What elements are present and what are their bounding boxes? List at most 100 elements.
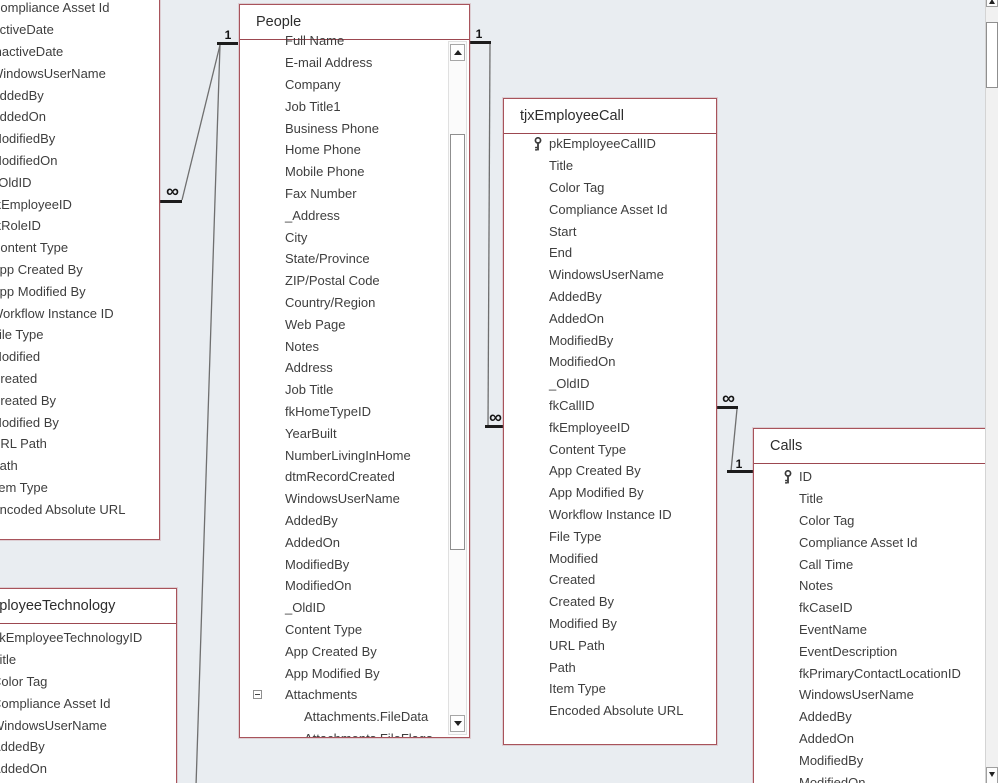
field-row[interactable]: Full Name	[240, 30, 446, 52]
field-row[interactable]: Address	[240, 357, 446, 379]
table-offscreen-left[interactable]: Compliance Asset Id ActiveDate InactiveD…	[0, 0, 160, 540]
field-row[interactable]: WindowsUserName	[504, 264, 716, 286]
field-row[interactable]: ModifiedOn	[0, 150, 159, 172]
field-row[interactable]: ActiveDate	[0, 19, 159, 41]
field-row[interactable]: Encoded Absolute URL	[504, 700, 716, 722]
field-row[interactable]: ModifiedBy	[240, 553, 446, 575]
field-row[interactable]: City	[240, 226, 446, 248]
field-row[interactable]: fkEmployeeID	[504, 416, 716, 438]
field-row[interactable]: ModifiedOn	[504, 351, 716, 373]
field-row[interactable]: Item Type	[504, 678, 716, 700]
scrollbar-thumb[interactable]	[986, 22, 998, 88]
field-row[interactable]: fkCaseID	[754, 597, 997, 619]
field-row[interactable]: Job Title1	[240, 95, 446, 117]
scroll-up-button[interactable]	[986, 0, 998, 7]
field-row[interactable]: Call Time	[754, 553, 997, 575]
field-row[interactable]: Color Tag	[504, 177, 716, 199]
collapse-minus-icon[interactable]	[253, 689, 262, 699]
table-title[interactable]: Calls	[754, 429, 997, 464]
field-row[interactable]: Color Tag	[0, 671, 176, 693]
field-row[interactable]: Compliance Asset Id	[0, 0, 159, 19]
table-tjxemployeecall[interactable]: tjxEmployeeCall pkEmployeeCallID Title C…	[503, 98, 717, 745]
scroll-down-button[interactable]	[986, 767, 998, 783]
field-row[interactable]: Web Page	[240, 313, 446, 335]
field-row[interactable]: WindowsUserName	[754, 684, 997, 706]
table-tjxemployeetechnology[interactable]: tjxEmployeeTechnology pkEmployeeTechnolo…	[0, 588, 177, 783]
field-row[interactable]: Content Type	[0, 237, 159, 259]
field-row[interactable]: Created By	[0, 389, 159, 411]
field-row[interactable]: Created	[504, 569, 716, 591]
field-row[interactable]: _Address	[240, 204, 446, 226]
field-row[interactable]: File Type	[0, 324, 159, 346]
field-row[interactable]: App Created By	[504, 460, 716, 482]
field-row[interactable]: EventName	[754, 619, 997, 641]
field-row[interactable]: ModifiedBy	[754, 749, 997, 771]
field-row[interactable]: App Created By	[0, 259, 159, 281]
field-row[interactable]: _OldID	[240, 597, 446, 619]
field-row[interactable]: Company	[240, 74, 446, 96]
field-row[interactable]: ModifiedOn	[754, 771, 997, 783]
field-row[interactable]: Start	[504, 220, 716, 242]
field-row[interactable]: App Modified By	[0, 280, 159, 302]
field-row[interactable]: ModifiedBy	[0, 128, 159, 150]
field-row[interactable]: AddedOn	[504, 307, 716, 329]
field-row[interactable]: Created	[0, 368, 159, 390]
field-row[interactable]: AddedBy	[504, 286, 716, 308]
field-row[interactable]: End	[504, 242, 716, 264]
field-row[interactable]: Modified By	[0, 411, 159, 433]
relationship-line-people-offscreen[interactable]	[195, 44, 221, 783]
field-row[interactable]: ModifiedBy	[504, 329, 716, 351]
field-row[interactable]: Notes	[754, 575, 997, 597]
field-row[interactable]: Created By	[504, 591, 716, 613]
table-calls[interactable]: Calls ID Title Color Tag Compliance Asse…	[753, 428, 998, 783]
field-row[interactable]: InactiveDate	[0, 41, 159, 63]
field-row[interactable]: YearBuilt	[240, 422, 446, 444]
people-table-scrollbar[interactable]	[448, 41, 467, 735]
field-row[interactable]: State/Province	[240, 248, 446, 270]
field-row[interactable]: _OldID	[0, 171, 159, 193]
field-row[interactable]: Title	[0, 649, 176, 671]
field-row[interactable]: fkRoleID	[0, 215, 159, 237]
field-row[interactable]: App Modified By	[240, 662, 446, 684]
field-row[interactable]: Notes	[240, 335, 446, 357]
field-row[interactable]: Item Type	[0, 477, 159, 499]
field-row[interactable]: WindowsUserName	[0, 714, 176, 736]
field-row[interactable]: WindowsUserName	[240, 488, 446, 510]
field-row[interactable]: App Modified By	[504, 482, 716, 504]
field-row[interactable]: Encoded Absolute URL	[0, 498, 159, 520]
field-row[interactable]: E-mail Address	[240, 52, 446, 74]
field-row[interactable]: fkCallID	[504, 395, 716, 417]
field-row[interactable]: dtmRecordCreated	[240, 466, 446, 488]
field-row[interactable]: Compliance Asset Id	[0, 692, 176, 714]
field-row[interactable]: Modified By	[504, 613, 716, 635]
field-row[interactable]: Compliance Asset Id	[754, 531, 997, 553]
field-row[interactable]: Workflow Instance ID	[504, 504, 716, 526]
field-row[interactable]: ModifiedOn	[240, 575, 446, 597]
field-row[interactable]: Modified	[504, 547, 716, 569]
field-row[interactable]: Mobile Phone	[240, 161, 446, 183]
field-row[interactable]: App Created By	[240, 640, 446, 662]
field-row[interactable]: URL Path	[0, 433, 159, 455]
field-row[interactable]: Compliance Asset Id	[504, 198, 716, 220]
field-row[interactable]: WindowsUserName	[0, 62, 159, 84]
field-row[interactable]: Home Phone	[240, 139, 446, 161]
field-row[interactable]: NumberLivingInHome	[240, 444, 446, 466]
field-row[interactable]: AddedOn	[754, 728, 997, 750]
scroll-up-button[interactable]	[450, 44, 465, 61]
scrollbar-thumb[interactable]	[450, 134, 465, 550]
field-row[interactable]: AddedOn	[0, 106, 159, 128]
field-row[interactable]: URL Path	[504, 634, 716, 656]
field-row[interactable]: AddedBy	[0, 84, 159, 106]
field-row[interactable]: Color Tag	[754, 510, 997, 532]
field-row[interactable]: AddedBy	[0, 736, 176, 758]
field-row[interactable]: AddedBy	[754, 706, 997, 728]
field-row[interactable]: Title	[504, 155, 716, 177]
field-row[interactable]: Business Phone	[240, 117, 446, 139]
field-row-primary-key[interactable]: pkEmployeeTechnologyID	[0, 627, 176, 649]
field-row[interactable]: AddedOn	[240, 531, 446, 553]
field-row[interactable]: fkHomeTypeID	[240, 401, 446, 423]
field-row[interactable]: fkEmployeeID	[0, 193, 159, 215]
field-row[interactable]: Workflow Instance ID	[0, 302, 159, 324]
field-row[interactable]: ZIP/Postal Code	[240, 270, 446, 292]
table-title[interactable]: tjxEmployeeTechnology	[0, 589, 176, 624]
